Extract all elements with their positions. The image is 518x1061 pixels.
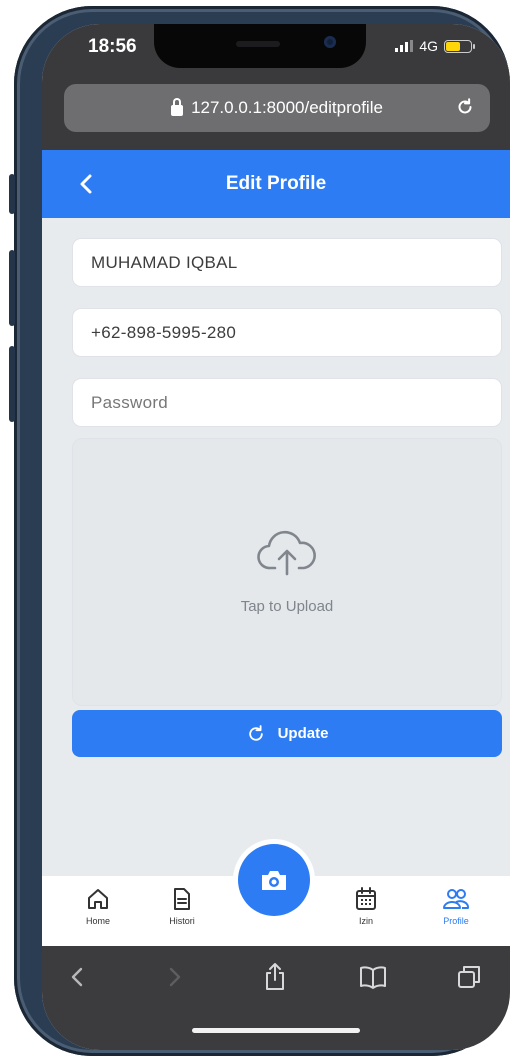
camera-icon: [262, 871, 286, 890]
nav-histori-label: Histori: [169, 916, 195, 926]
home-icon: [88, 889, 108, 909]
page-title: Edit Profile: [225, 173, 327, 194]
camera-button[interactable]: [238, 844, 310, 916]
action-button: [9, 174, 15, 214]
screen: 18:56 4G 127.0.0.1:8000/editprofile Edit…: [42, 24, 510, 1050]
volume-up-button: [9, 250, 15, 326]
share-button[interactable]: [260, 962, 290, 992]
tabs-icon: [458, 966, 480, 988]
photo-upload-area[interactable]: Tap to Upload: [72, 438, 502, 706]
browser-forward-button[interactable]: [160, 962, 190, 992]
chevron-right-icon: [169, 967, 181, 987]
tabs-button[interactable]: [454, 962, 484, 992]
phone-input[interactable]: [72, 308, 502, 357]
signal-icon: [395, 40, 414, 52]
url-text: 127.0.0.1:8000/editprofile: [191, 98, 383, 117]
bookmarks-button[interactable]: [358, 962, 388, 992]
calendar-icon: [356, 887, 376, 910]
app-header: Edit Profile: [42, 150, 510, 218]
browser-back-button[interactable]: [62, 962, 92, 992]
update-button[interactable]: Update: [72, 710, 502, 757]
reload-icon[interactable]: [454, 96, 476, 118]
home-indicator[interactable]: [192, 1028, 360, 1033]
chevron-left-icon: [71, 967, 83, 987]
phone-frame: 18:56 4G 127.0.0.1:8000/editprofile Edit…: [9, 6, 510, 1056]
nav-profile-label: Profile: [443, 916, 469, 926]
share-icon: [266, 963, 284, 990]
volume-down-button: [9, 346, 15, 422]
browser-toolbar: [42, 946, 510, 1050]
front-camera: [324, 36, 336, 48]
cloud-upload-icon: [257, 530, 316, 575]
status-time: 18:56: [88, 36, 137, 57]
nav-izin-label: Izin: [358, 916, 373, 926]
browser-chrome: 18:56 4G 127.0.0.1:8000/editprofile: [42, 24, 510, 150]
lock-icon: [171, 97, 184, 116]
users-icon: [443, 889, 470, 909]
speaker: [236, 41, 280, 47]
refresh-icon: [248, 724, 263, 741]
chevron-left-icon: [80, 174, 92, 194]
nav-histori[interactable]: Histori: [152, 886, 212, 926]
document-icon: [174, 888, 190, 910]
back-button[interactable]: [70, 168, 102, 200]
nav-home[interactable]: Home: [68, 886, 128, 926]
book-icon: [360, 966, 386, 989]
bottom-nav: Home Histori Izin Profile: [42, 844, 510, 946]
nav-profile[interactable]: Profile: [426, 886, 486, 926]
network-label: 4G: [419, 38, 438, 54]
battery-icon: [444, 39, 475, 53]
address-bar[interactable]: 127.0.0.1:8000/editprofile: [64, 84, 490, 132]
status-indicators: 4G: [395, 38, 475, 54]
nav-izin[interactable]: Izin: [336, 886, 396, 926]
name-input[interactable]: [72, 238, 502, 287]
notch: [154, 24, 366, 68]
update-label: Update: [277, 725, 329, 742]
upload-label: Tap to Upload: [240, 597, 334, 615]
password-input[interactable]: [72, 378, 502, 427]
nav-home-label: Home: [85, 916, 110, 926]
